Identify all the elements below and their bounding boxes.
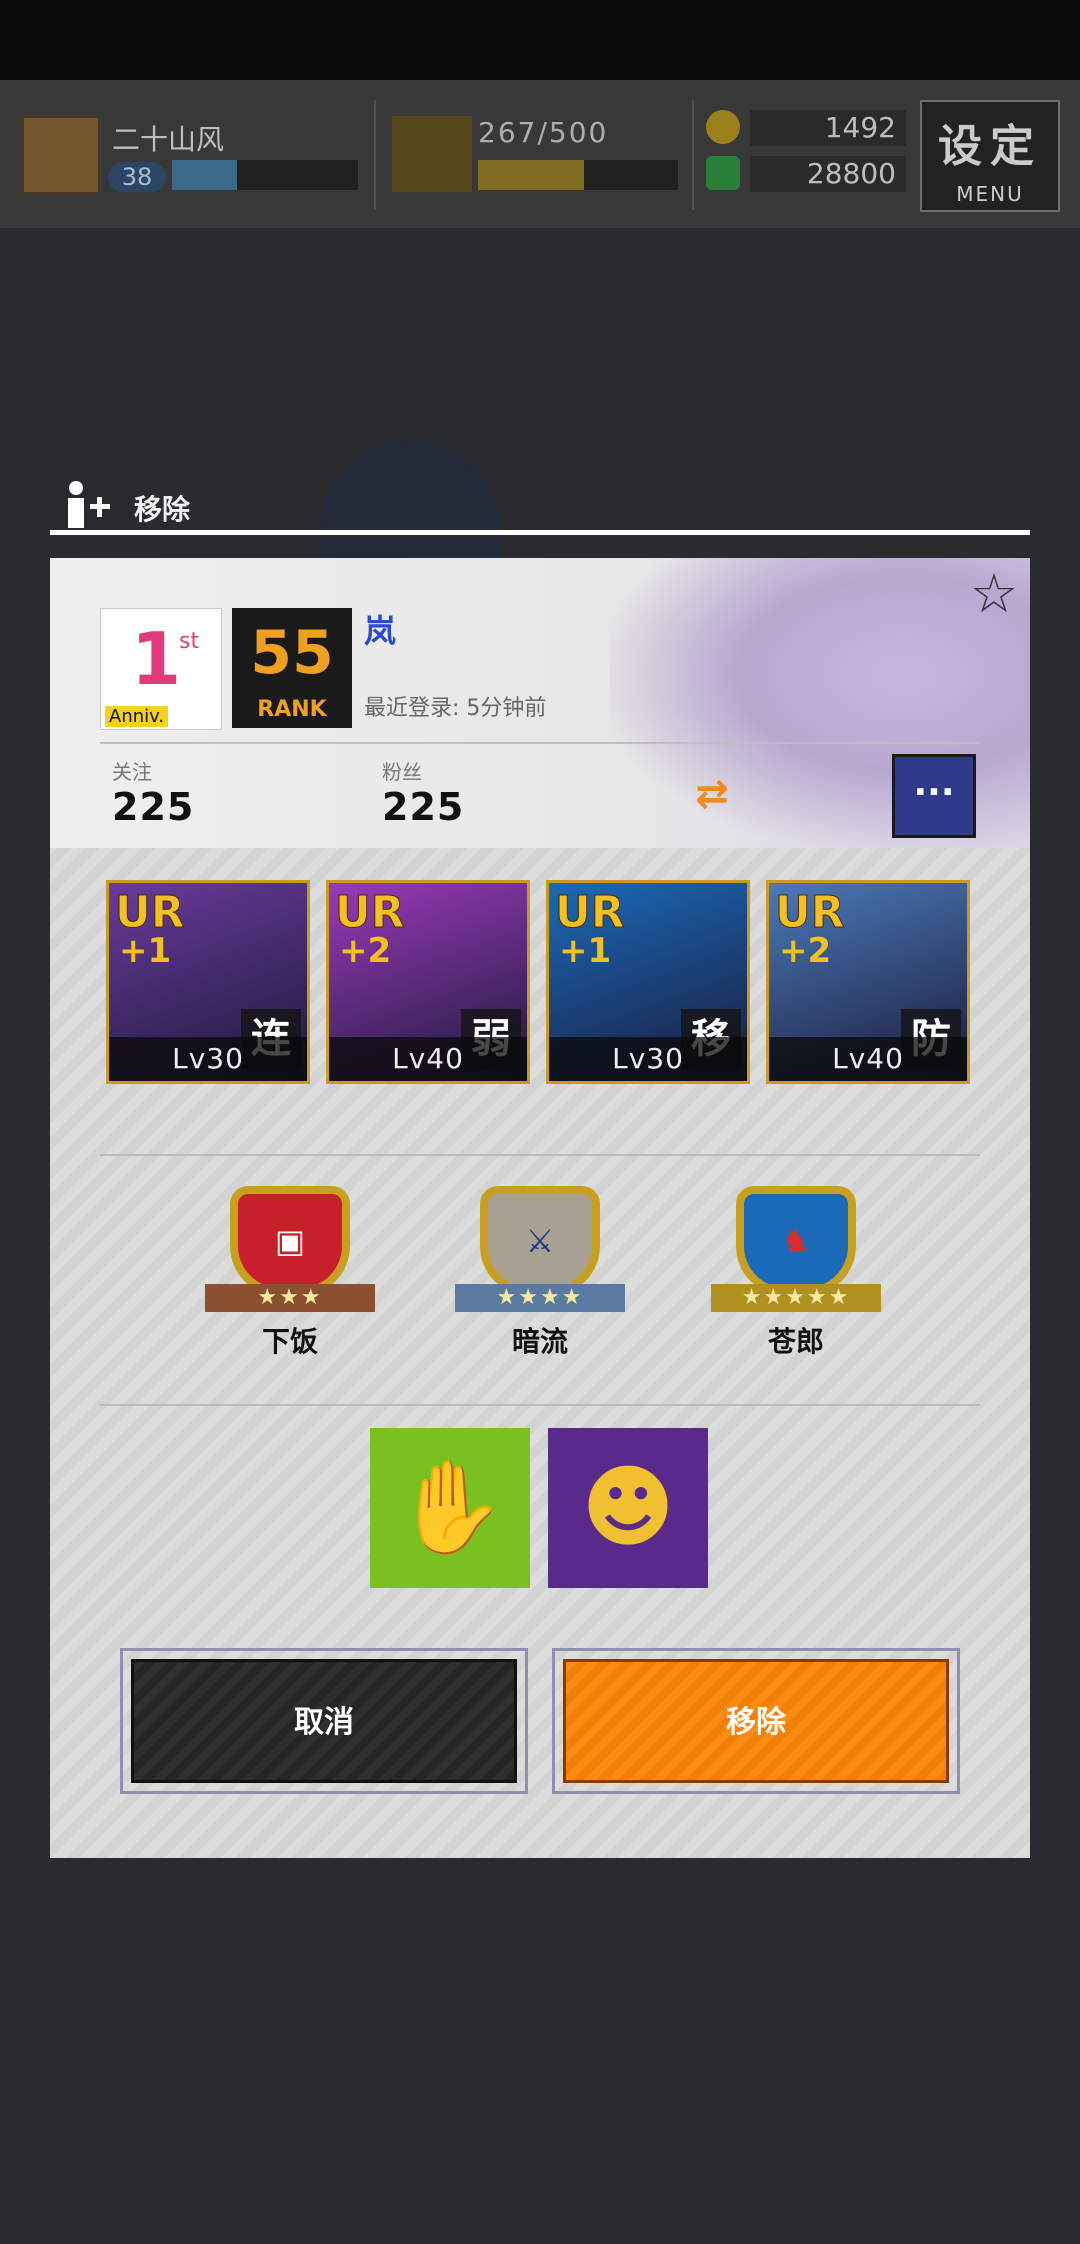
menu-button-sublabel: MENU xyxy=(956,182,1024,206)
rank-label: RANK xyxy=(257,697,327,722)
card-plus: +1 xyxy=(559,931,612,971)
dialog-header-label: 移除 xyxy=(134,493,191,526)
stamina-bar-fill xyxy=(478,160,584,190)
emblem-1[interactable]: ▣ ★★★ 下饭 xyxy=(200,1186,380,1360)
card-deck: UR +1 连 Lv30 UR +2 弱 Lv40 UR +1 移 Lv30 U… xyxy=(106,880,986,1084)
emblem-label: 苍郎 xyxy=(767,1325,824,1358)
rank-badge: 55 RANK xyxy=(232,608,352,728)
emblem-shield: ⚔ xyxy=(480,1186,600,1296)
fans-stat: 粉丝 225 xyxy=(382,756,464,829)
xp-bar xyxy=(172,160,358,190)
top-bar: 二十山风 38 267/500 1492 28800 设定 MENU xyxy=(0,80,1080,228)
cancel-button[interactable]: 取消 xyxy=(120,1648,528,1794)
card-slot-2[interactable]: UR +2 弱 Lv40 xyxy=(326,880,530,1084)
divider xyxy=(100,742,980,744)
status-bar xyxy=(0,0,1080,80)
card-slot-1[interactable]: UR +1 连 Lv30 xyxy=(106,880,310,1084)
player-avatar[interactable] xyxy=(22,116,100,194)
gem-icon xyxy=(706,156,740,190)
remove-friend-icon xyxy=(68,481,110,528)
emblem-stars: ★★★★ xyxy=(455,1284,625,1312)
emblem-3[interactable]: ♞ ★★★★★ 苍郎 xyxy=(706,1186,886,1360)
player-name: 二十山风 xyxy=(112,123,225,156)
stamina-text: 267/500 xyxy=(478,116,609,149)
last-login: 最近登录: 5分钟前 xyxy=(364,696,547,721)
favorite-star-icon[interactable]: ☆ xyxy=(964,564,1024,624)
emblem-shield: ♞ xyxy=(736,1186,856,1296)
emblem-stars: ★★★ xyxy=(205,1284,375,1312)
emblem-stars: ★★★★★ xyxy=(711,1284,881,1312)
coin-count: 1492 xyxy=(750,110,906,146)
player-level-badge: 38 xyxy=(108,162,166,192)
fans-count: 225 xyxy=(382,785,465,829)
menu-button[interactable]: 设定 MENU xyxy=(920,100,1060,212)
anniversary-badge: 1 st Anniv. xyxy=(100,608,222,730)
dialog-header: 移除 xyxy=(50,478,1030,538)
cancel-button-label: 取消 xyxy=(131,1659,517,1783)
anniv-text: Anniv. xyxy=(105,706,169,727)
card-plus: +2 xyxy=(779,931,832,971)
gem-count: 28800 xyxy=(750,156,906,192)
stamina-bar xyxy=(478,160,678,190)
header-underline xyxy=(50,530,1030,535)
following-stat: 关注 225 xyxy=(112,756,194,829)
fans-label: 粉丝 xyxy=(382,760,422,784)
background xyxy=(0,1858,1080,2244)
emblem-label: 暗流 xyxy=(511,1325,568,1358)
menu-button-label: 设定 xyxy=(938,121,1042,172)
card-level: Lv40 xyxy=(329,1037,527,1081)
emblem-label: 下饭 xyxy=(261,1325,318,1358)
following-label: 关注 xyxy=(112,760,152,784)
divider xyxy=(692,100,694,210)
divider xyxy=(374,100,376,210)
card-level: Lv30 xyxy=(549,1037,747,1081)
swap-icon[interactable]: ⇄ xyxy=(680,772,744,816)
rank-number: 55 xyxy=(250,618,334,688)
crossed-swords-icon: ⚔ xyxy=(525,1222,555,1260)
emblem-shield: ▣ xyxy=(230,1186,350,1296)
profile-dialog: ☆ 1 st Anniv. 55 RANK 岚 最近登录: 5分钟前 关注 22… xyxy=(50,558,1030,1858)
card-plus: +2 xyxy=(339,931,392,971)
profile-header: ☆ 1 st Anniv. 55 RANK 岚 最近登录: 5分钟前 关注 22… xyxy=(50,558,1030,848)
dragon-icon: ♞ xyxy=(781,1222,811,1260)
anniv-number: 1 xyxy=(131,617,182,701)
divider xyxy=(100,1404,980,1406)
emblem-2[interactable]: ⚔ ★★★★ 暗流 xyxy=(450,1186,630,1360)
skill-masked-face-icon[interactable]: ☻ xyxy=(548,1428,708,1588)
card-level: Lv40 xyxy=(769,1037,967,1081)
divider xyxy=(100,1154,980,1156)
card-slot-4[interactable]: UR +2 防 Lv40 xyxy=(766,880,970,1084)
card-level: Lv30 xyxy=(109,1037,307,1081)
card-slot-3[interactable]: UR +1 移 Lv30 xyxy=(546,880,750,1084)
card-plus: +1 xyxy=(119,931,172,971)
anniv-suffix: st xyxy=(179,629,200,654)
profile-name: 岚 xyxy=(364,612,397,650)
more-options-button[interactable]: ··· xyxy=(892,754,976,838)
coin-icon xyxy=(706,110,740,144)
skill-hand-eye-icon[interactable]: ✋ xyxy=(370,1428,530,1588)
xp-bar-fill xyxy=(172,160,238,190)
tv-icon: ▣ xyxy=(274,1222,306,1260)
following-count: 225 xyxy=(112,785,195,829)
rank-icon xyxy=(392,116,472,192)
remove-button-label: 移除 xyxy=(563,1659,949,1783)
remove-button[interactable]: 移除 xyxy=(552,1648,960,1794)
